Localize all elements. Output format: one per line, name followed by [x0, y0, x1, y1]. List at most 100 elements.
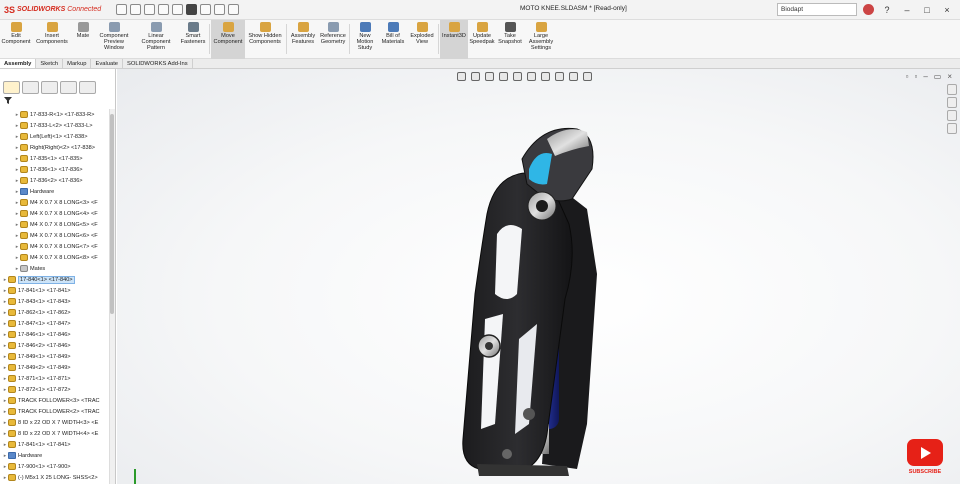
tree-item[interactable]: ▸ Left(Left)<1> <17-838> [0, 131, 109, 142]
viewport-restore-icon[interactable]: ▭ [934, 72, 942, 81]
tree-item[interactable]: ▸ 8 ID x 22 OD X 7 WIDTH<4> <E [0, 428, 109, 439]
save-icon[interactable] [158, 4, 169, 15]
take-snapshot-button[interactable]: Take Snapshot [496, 20, 524, 59]
tree-item[interactable]: ▸ 17-846<1> <17-846> [0, 329, 109, 340]
print-icon[interactable] [172, 4, 183, 15]
tree-item[interactable]: ▸ 17-871<1> <17-871> [0, 373, 109, 384]
tab-assembly[interactable]: Assembly [0, 59, 37, 68]
tree-item[interactable]: ▸ 17-862<1> <17-862> [0, 307, 109, 318]
home-icon[interactable] [116, 4, 127, 15]
component-preview-window-button[interactable]: Component Preview Window [94, 20, 134, 59]
youtube-subscribe-watermark[interactable]: SUBSCRIBE [907, 439, 943, 475]
apply-scene-icon[interactable] [569, 72, 578, 81]
task-pane-custom-properties-icon[interactable] [947, 123, 957, 134]
assembly-features-button[interactable]: Assembly Features [288, 20, 318, 59]
instant3d-button[interactable]: Instant3D [440, 20, 468, 59]
tree-item[interactable]: ▸ 17-849<2> <17-849> [0, 362, 109, 373]
tree-item[interactable]: ▸ Hardware [0, 450, 109, 461]
hide-show-items-icon[interactable] [541, 72, 550, 81]
help-icon[interactable]: ? [880, 4, 894, 16]
options-gear-icon[interactable] [200, 4, 211, 15]
smart-fasteners-button[interactable]: Smart Fasteners [178, 20, 208, 59]
tree-item[interactable]: ▸ 17-833-L<2> <17-833-L> [0, 120, 109, 131]
tree-item[interactable]: ▸ 17-843<1> <17-843> [0, 296, 109, 307]
new-document-icon[interactable] [130, 4, 141, 15]
tree-item[interactable]: ▸ TRACK FOLLOWER<3> <TRAC [0, 395, 109, 406]
viewport-tile-icon[interactable]: ▫ [906, 72, 909, 81]
update-speedpak-button[interactable]: Update Speedpak [468, 20, 496, 59]
display-style-icon[interactable] [527, 72, 536, 81]
tree-item[interactable]: ▸ TRACK FOLLOWER<2> <TRAC [0, 406, 109, 417]
section-view-icon[interactable] [499, 72, 508, 81]
search-input[interactable]: Biodapt [777, 3, 857, 16]
mate-button[interactable]: Mate [72, 20, 94, 59]
select-cursor-icon[interactable] [228, 4, 239, 15]
tree-item[interactable]: ▸ 17-841<1> <17-841> [0, 439, 109, 450]
reference-geometry-button[interactable]: Reference Geometry [318, 20, 348, 59]
tree-item[interactable]: ▸ 17-849<1> <17-849> [0, 351, 109, 362]
edit-component-button[interactable]: Edit Component [0, 20, 32, 59]
tree-item[interactable]: ▸ M4 X 0.7 X 8 LONG<3> <F [0, 197, 109, 208]
tree-item[interactable]: ▸ Mates [0, 263, 109, 274]
tree-item[interactable]: ▸ Right(Right)<2> <17-838> [0, 142, 109, 153]
tree-scrollbar-thumb[interactable] [110, 114, 114, 314]
tree-item[interactable]: ▸ 17-847<1> <17-847> [0, 318, 109, 329]
viewport-split-icon[interactable]: ▫ [914, 72, 917, 81]
tab-solidworks-add-ins[interactable]: SOLIDWORKS Add-Ins [123, 59, 193, 68]
minimize-icon[interactable]: – [900, 4, 914, 16]
maximize-icon[interactable]: □ [920, 4, 934, 16]
viewport-close-icon[interactable]: × [947, 72, 952, 81]
tree-item[interactable]: ▸ 17-836<1> <17-836> [0, 164, 109, 175]
show-hidden-components-button[interactable]: Show Hidden Components [245, 20, 285, 59]
undo-icon[interactable] [214, 4, 225, 15]
property-manager-tab-icon[interactable] [22, 81, 39, 94]
tree-item[interactable]: ▸ M4 X 0.7 X 8 LONG<5> <F [0, 219, 109, 230]
tree-item[interactable]: ▸ M4 X 0.7 X 8 LONG<4> <F [0, 208, 109, 219]
task-pane-home-icon[interactable] [947, 84, 957, 95]
tree-item[interactable]: ▸ 17-835<1> <17-835> [0, 153, 109, 164]
tree-item[interactable]: ▸ 17-872<1> <17-872> [0, 384, 109, 395]
tree-item[interactable]: ▸ 17-840<1> <17-840> [0, 274, 109, 285]
tab-evaluate[interactable]: Evaluate [91, 59, 124, 68]
dimxpert-tab-icon[interactable] [60, 81, 77, 94]
edit-appearance-icon[interactable] [555, 72, 564, 81]
tree-item[interactable]: ▸ Hardware [0, 186, 109, 197]
large-assembly-settings-button[interactable]: Large Assembly Settings [524, 20, 558, 59]
view-settings-icon[interactable] [583, 72, 592, 81]
tree-item[interactable]: ▸ 8 ID x 22 OD X 7 WIDTH<3> <E [0, 417, 109, 428]
zoom-area-icon[interactable] [471, 72, 480, 81]
insert-components-button[interactable]: Insert Components [32, 20, 72, 59]
zoom-to-fit-icon[interactable] [457, 72, 466, 81]
tree-item[interactable]: ▸ 17-846<2> <17-846> [0, 340, 109, 351]
tab-markup[interactable]: Markup [63, 59, 92, 68]
linear-component-pattern-button[interactable]: Linear Component Pattern [134, 20, 178, 59]
user-avatar-icon[interactable] [863, 4, 874, 15]
solidworks-logo[interactable]: 3S SOLIDWORKS Connected [0, 5, 110, 15]
task-pane-appearances-icon[interactable] [947, 110, 957, 121]
tree-item[interactable]: ▸ 17-841<1> <17-841> [0, 285, 109, 296]
filter-icon[interactable] [4, 97, 12, 104]
viewport-minimize-icon[interactable]: – [923, 72, 927, 81]
feature-manager-tab-icon[interactable] [3, 81, 20, 94]
tree-item[interactable]: ▸ 17-833-R<1> <17-833-R> [0, 109, 109, 120]
bill-of-materials-button[interactable]: Bill of Materials [379, 20, 407, 59]
move-component-button[interactable]: Move Component [211, 20, 245, 59]
tree-item[interactable]: ▸ M4 X 0.7 X 8 LONG<6> <F [0, 230, 109, 241]
task-pane-resources-icon[interactable] [947, 97, 957, 108]
graphics-viewport[interactable]: ▫ ▫ – ▭ × SUBSCRIBE [117, 69, 960, 484]
tree-item[interactable]: ▸ (-) M5x1 X 25 LONG- SHSS<2> [0, 472, 109, 483]
tree-item[interactable]: ▸ M4 X 0.7 X 8 LONG<7> <F [0, 241, 109, 252]
view-orientation-icon[interactable] [513, 72, 522, 81]
display-manager-tab-icon[interactable] [79, 81, 96, 94]
open-folder-icon[interactable] [144, 4, 155, 15]
new-motion-study-button[interactable]: New Motion Study [351, 20, 379, 59]
tree-item[interactable]: ▸ M4 X 0.7 X 8 LONG<8> <F [0, 252, 109, 263]
tree-item[interactable]: ▸ 17-900<1> <17-900> [0, 461, 109, 472]
record-icon[interactable] [186, 4, 197, 15]
tab-sketch[interactable]: Sketch [36, 59, 64, 68]
configuration-manager-tab-icon[interactable] [41, 81, 58, 94]
previous-view-icon[interactable] [485, 72, 494, 81]
knee-assembly-model[interactable] [437, 124, 637, 484]
close-icon[interactable]: × [940, 4, 954, 16]
exploded-view-button[interactable]: Exploded View [407, 20, 437, 59]
